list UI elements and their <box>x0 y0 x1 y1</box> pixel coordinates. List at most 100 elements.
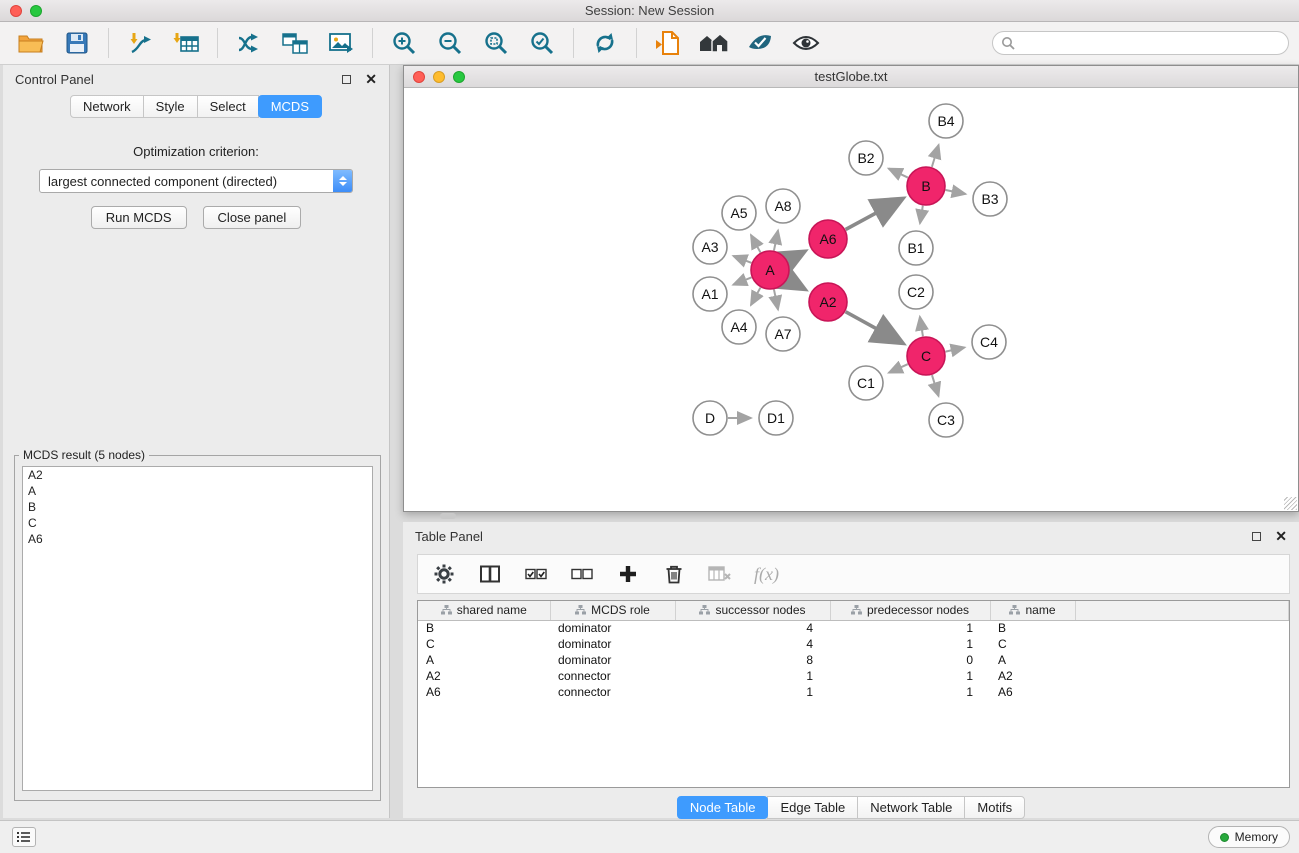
network-node-B[interactable]: B <box>907 167 945 205</box>
close-table-panel-icon[interactable]: ✕ <box>1275 529 1287 543</box>
export-image-icon[interactable] <box>326 28 356 58</box>
network-node-B2[interactable]: B2 <box>849 141 883 175</box>
column-header-predecessor-nodes[interactable]: predecessor nodes <box>830 601 990 620</box>
apply-preferred-layout-icon[interactable] <box>590 28 620 58</box>
table-row[interactable]: A6connector11A6 <box>418 684 1289 700</box>
close-panel-icon[interactable]: ✕ <box>365 72 377 86</box>
network-node-C3[interactable]: C3 <box>929 403 963 437</box>
network-node-A5[interactable]: A5 <box>722 196 756 230</box>
network-minimize-button[interactable] <box>433 71 445 83</box>
column-header-successor-nodes[interactable]: successor nodes <box>675 601 830 620</box>
deselect-all-checkboxes-icon[interactable] <box>570 562 594 586</box>
zoom-window-button[interactable] <box>30 5 42 17</box>
table-tab-network-table[interactable]: Network Table <box>857 796 965 819</box>
close-panel-button[interactable]: Close panel <box>203 206 302 229</box>
new-network-from-selection-icon[interactable] <box>280 28 310 58</box>
network-node-A6[interactable]: A6 <box>809 220 847 258</box>
network-tools-icon[interactable] <box>234 28 264 58</box>
mcds-result-item[interactable]: A6 <box>23 531 372 547</box>
network-node-A2[interactable]: A2 <box>809 283 847 321</box>
show-graphics-details-eye-icon[interactable] <box>791 28 821 58</box>
table-row[interactable]: Cdominator41C <box>418 636 1289 652</box>
svg-text:C3: C3 <box>937 412 955 428</box>
network-node-C4[interactable]: C4 <box>972 325 1006 359</box>
network-node-C1[interactable]: C1 <box>849 366 883 400</box>
network-node-A3[interactable]: A3 <box>693 230 727 264</box>
close-window-button[interactable] <box>10 5 22 17</box>
mcds-result-item[interactable]: A2 <box>23 467 372 483</box>
task-history-button[interactable] <box>12 827 36 847</box>
horizontal-scrollbar-thumb[interactable] <box>440 513 456 519</box>
svg-text:B2: B2 <box>857 150 874 166</box>
table-row[interactable]: Bdominator41B <box>418 620 1289 636</box>
zoom-in-icon[interactable] <box>389 28 419 58</box>
network-node-B3[interactable]: B3 <box>973 182 1007 216</box>
table-tab-edge-table[interactable]: Edge Table <box>767 796 858 819</box>
control-panel-tabs: NetworkStyleSelectMCDS <box>70 95 322 118</box>
column-header-name[interactable]: name <box>990 601 1075 620</box>
network-node-B1[interactable]: B1 <box>899 231 933 265</box>
control-tab-style[interactable]: Style <box>143 95 198 118</box>
dropdown-spinner-icon[interactable] <box>333 170 352 192</box>
table-tab-motifs[interactable]: Motifs <box>964 796 1025 819</box>
zoom-out-icon[interactable] <box>435 28 465 58</box>
network-close-button[interactable] <box>413 71 425 83</box>
mcds-result-item[interactable]: C <box>23 515 372 531</box>
network-node-D[interactable]: D <box>693 401 727 435</box>
column-header-MCDS-role[interactable]: MCDS role <box>550 601 675 620</box>
search-icon <box>1001 36 1015 50</box>
control-tab-select[interactable]: Select <box>197 95 259 118</box>
style-check-icon[interactable] <box>745 28 775 58</box>
network-window-titlebar[interactable]: testGlobe.txt <box>404 66 1298 88</box>
mcds-result-list[interactable]: A2ABCA6 <box>22 466 373 791</box>
network-node-D1[interactable]: D1 <box>759 401 793 435</box>
add-column-icon[interactable] <box>616 562 640 586</box>
network-canvas[interactable]: B4 B2 B B3 A5 A8 A6 B1 A3 A C2 A1 A2 A4 A7 C4 C C1 C3 D D1 <box>404 88 1298 511</box>
function-builder-icon[interactable]: f(x) <box>754 564 779 585</box>
select-all-checkboxes-icon[interactable] <box>524 562 548 586</box>
network-node-B4[interactable]: B4 <box>929 104 963 138</box>
toolbar-search[interactable] <box>992 31 1289 55</box>
table-row[interactable]: A2connector11A2 <box>418 668 1289 684</box>
run-mcds-button[interactable]: Run MCDS <box>91 206 187 229</box>
optimization-criterion-select[interactable]: largest connected component (directed) <box>39 169 353 193</box>
svg-text:B4: B4 <box>937 113 954 129</box>
control-tab-network[interactable]: Network <box>70 95 144 118</box>
import-network-file-icon[interactable] <box>125 28 155 58</box>
search-input[interactable] <box>1021 36 1280 51</box>
mcds-result-item[interactable]: B <box>23 499 372 515</box>
split-column-icon[interactable] <box>478 562 502 586</box>
control-tab-mcds[interactable]: MCDS <box>258 95 322 118</box>
import-document-icon[interactable] <box>653 28 683 58</box>
ndex-homes-icon[interactable] <box>699 28 729 58</box>
network-edge-A-A6 <box>788 253 803 261</box>
window-resize-grip[interactable] <box>1284 497 1297 510</box>
open-session-icon[interactable] <box>16 28 46 58</box>
table-header-row: shared nameMCDS rolesuccessor nodesprede… <box>418 601 1289 620</box>
network-node-C2[interactable]: C2 <box>899 275 933 309</box>
table-tab-node-table[interactable]: Node Table <box>677 796 769 819</box>
table-panel-tabs: Node TableEdge TableNetwork TableMotifs <box>677 796 1025 819</box>
table-row[interactable]: Adominator80A <box>418 652 1289 668</box>
zoom-selected-icon[interactable] <box>527 28 557 58</box>
network-node-A[interactable]: A <box>751 251 789 289</box>
delete-column-trash-icon[interactable] <box>662 562 686 586</box>
delete-table-icon[interactable] <box>708 562 732 586</box>
network-node-A1[interactable]: A1 <box>693 277 727 311</box>
network-edge-B-B1 <box>920 206 923 224</box>
network-node-A7[interactable]: A7 <box>766 317 800 351</box>
column-header-shared-name[interactable]: shared name <box>418 601 550 620</box>
memory-button[interactable]: Memory <box>1208 826 1290 848</box>
float-table-panel-icon[interactable] <box>1252 532 1261 541</box>
settings-gear-icon[interactable] <box>432 562 456 586</box>
network-node-A8[interactable]: A8 <box>766 189 800 223</box>
zoom-reset-icon[interactable] <box>481 28 511 58</box>
network-node-A4[interactable]: A4 <box>722 310 756 344</box>
network-node-C[interactable]: C <box>907 337 945 375</box>
float-panel-icon[interactable] <box>342 75 351 84</box>
import-table-file-icon[interactable] <box>171 28 201 58</box>
svg-text:D: D <box>705 410 715 426</box>
network-zoom-button[interactable] <box>453 71 465 83</box>
save-session-icon[interactable] <box>62 28 92 58</box>
mcds-result-item[interactable]: A <box>23 483 372 499</box>
